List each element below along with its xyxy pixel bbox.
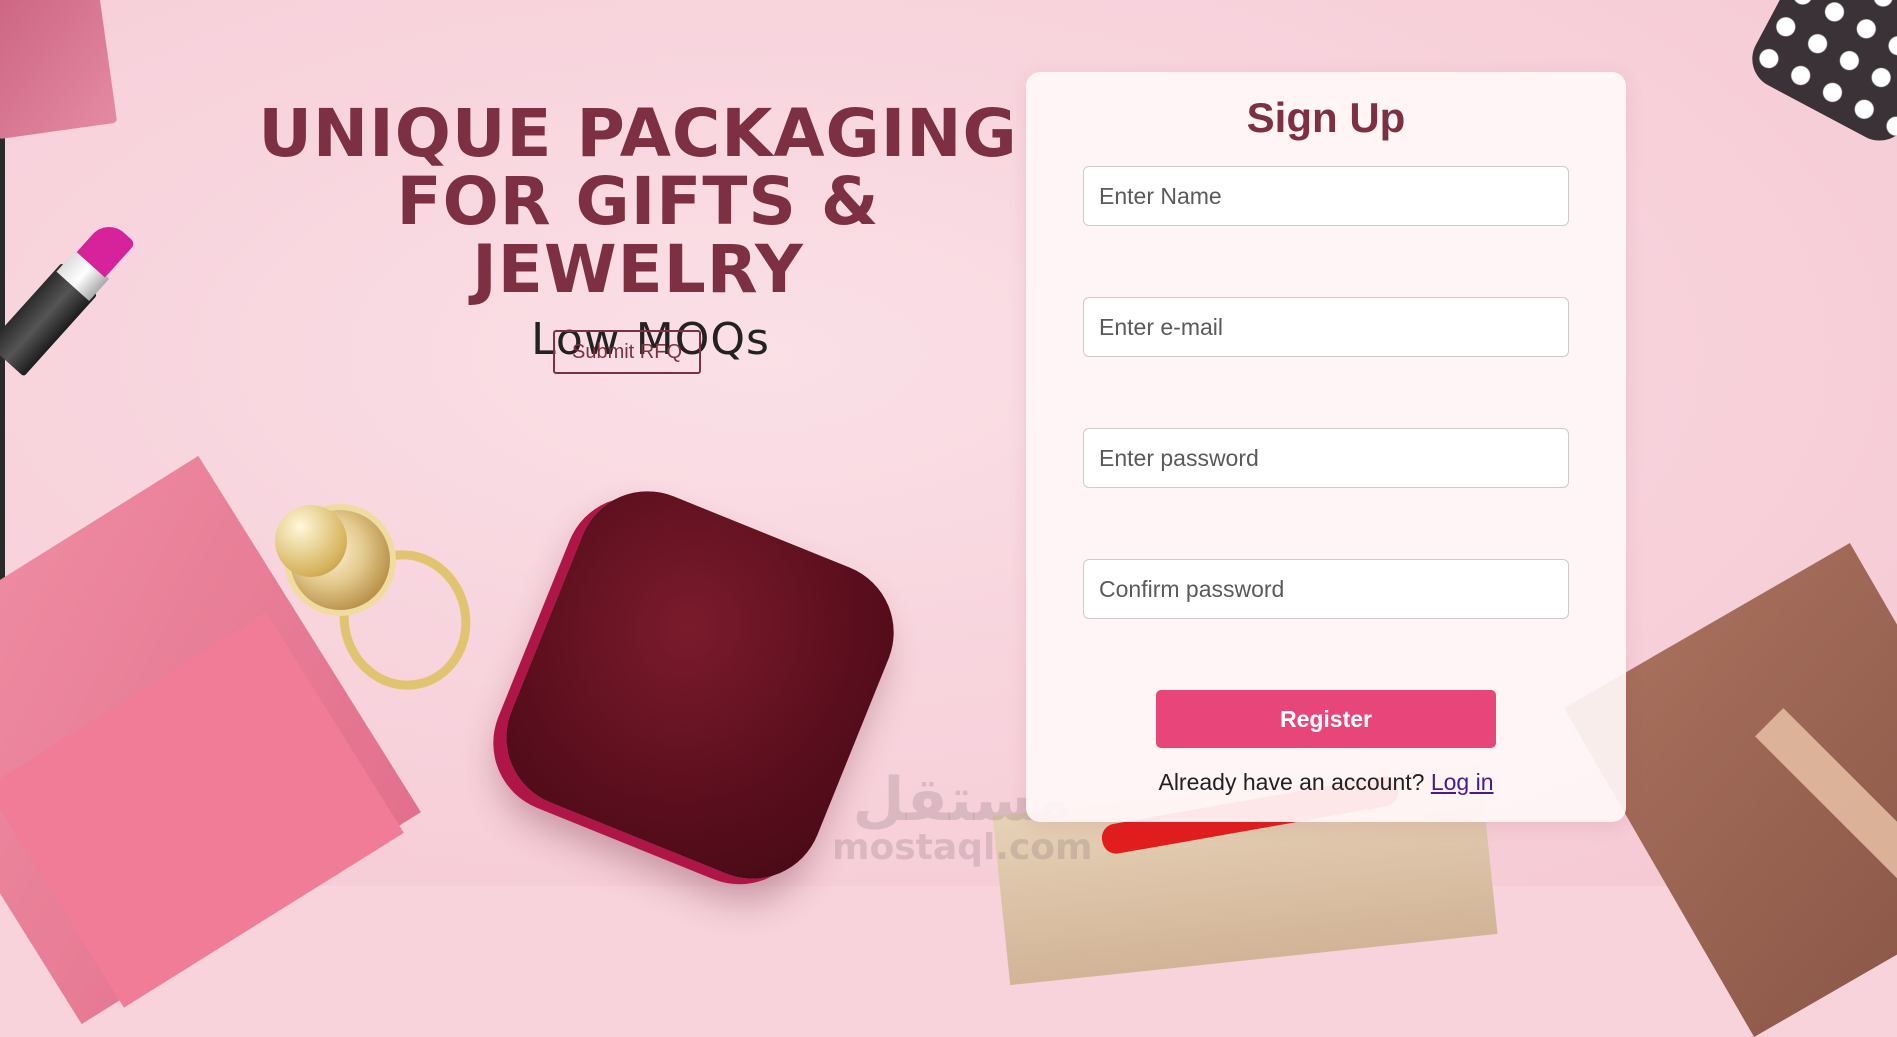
hero-text: UNIQUE PACKAGING FOR GIFTS & JEWELRY Low… — [258, 95, 1018, 366]
account-prompt-text: Already have an account? — [1158, 769, 1425, 795]
pearl-ring-image — [270, 490, 486, 705]
email-input[interactable] — [1083, 297, 1569, 357]
password-input[interactable] — [1083, 428, 1569, 488]
hero-title-line1: UNIQUE PACKAGING — [258, 95, 1018, 172]
submit-rfq-button[interactable]: Submit RFQ — [553, 330, 701, 374]
name-input[interactable] — [1083, 166, 1569, 226]
hero-title-line2: FOR GIFTS & JEWELRY — [396, 163, 880, 308]
pink-gift-box-image — [0, 0, 118, 140]
register-button[interactable]: Register — [1156, 690, 1496, 748]
watermark-latin: mostaql.com — [832, 827, 1093, 868]
signup-card: Sign Up Register Already have an account… — [1026, 72, 1626, 822]
confirm-password-input[interactable] — [1083, 559, 1569, 619]
login-prompt: Already have an account? Log in — [1026, 769, 1626, 796]
login-link[interactable]: Log in — [1431, 769, 1494, 795]
signup-title: Sign Up — [1246, 94, 1406, 141]
